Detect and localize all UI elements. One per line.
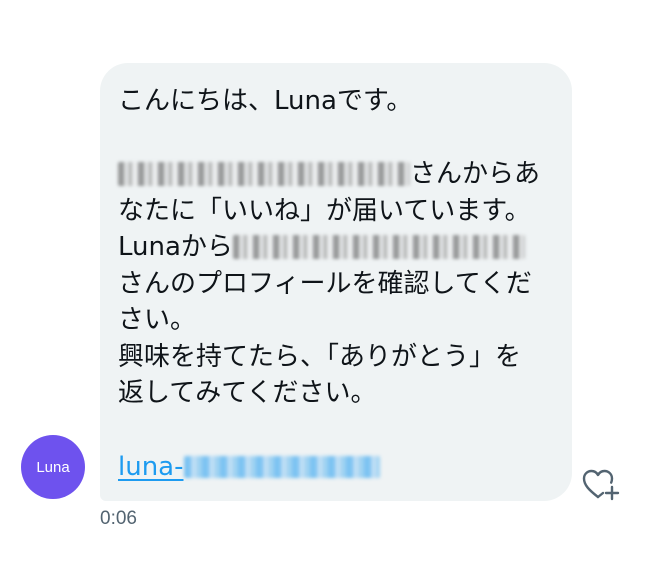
message-line-6: 興味を持てたら、「ありがとう」を bbox=[118, 341, 522, 372]
message-line-1-text: さんからあ bbox=[410, 159, 541, 189]
avatar-label: Luna bbox=[36, 458, 70, 476]
message-link-text[interactable]: luna- bbox=[118, 452, 184, 482]
redacted-username bbox=[118, 162, 410, 186]
message-line-3-text: Lunaから bbox=[118, 232, 233, 262]
heart-plus-icon[interactable] bbox=[581, 466, 621, 502]
message-timestamp: 0:06 bbox=[100, 508, 137, 529]
message-bubble[interactable]: こんにちは、Lunaです。 さんからあ なたに「いいね」が届いています。 Lun… bbox=[100, 63, 572, 501]
dm-conversation: こんにちは、Lunaです。 さんからあ なたに「いいね」が届いています。 Lun… bbox=[0, 0, 656, 568]
message-link[interactable]: luna- bbox=[118, 449, 380, 485]
message-line-1: さんからあ bbox=[118, 156, 554, 193]
redacted-username bbox=[232, 235, 525, 259]
redacted-link[interactable] bbox=[183, 456, 380, 478]
avatar[interactable]: Luna bbox=[21, 435, 85, 499]
message-line-4: さんのプロフィールを確認してくだ bbox=[118, 268, 532, 299]
message-line-2: なたに「いいね」が届いています。 bbox=[118, 195, 531, 226]
message-line-5: さい。 bbox=[118, 305, 197, 335]
message-greeting: こんにちは、Lunaです。 bbox=[118, 86, 413, 116]
message-line-7: 返してみてください。 bbox=[118, 378, 377, 408]
message-line-3: Lunaから bbox=[118, 229, 554, 266]
